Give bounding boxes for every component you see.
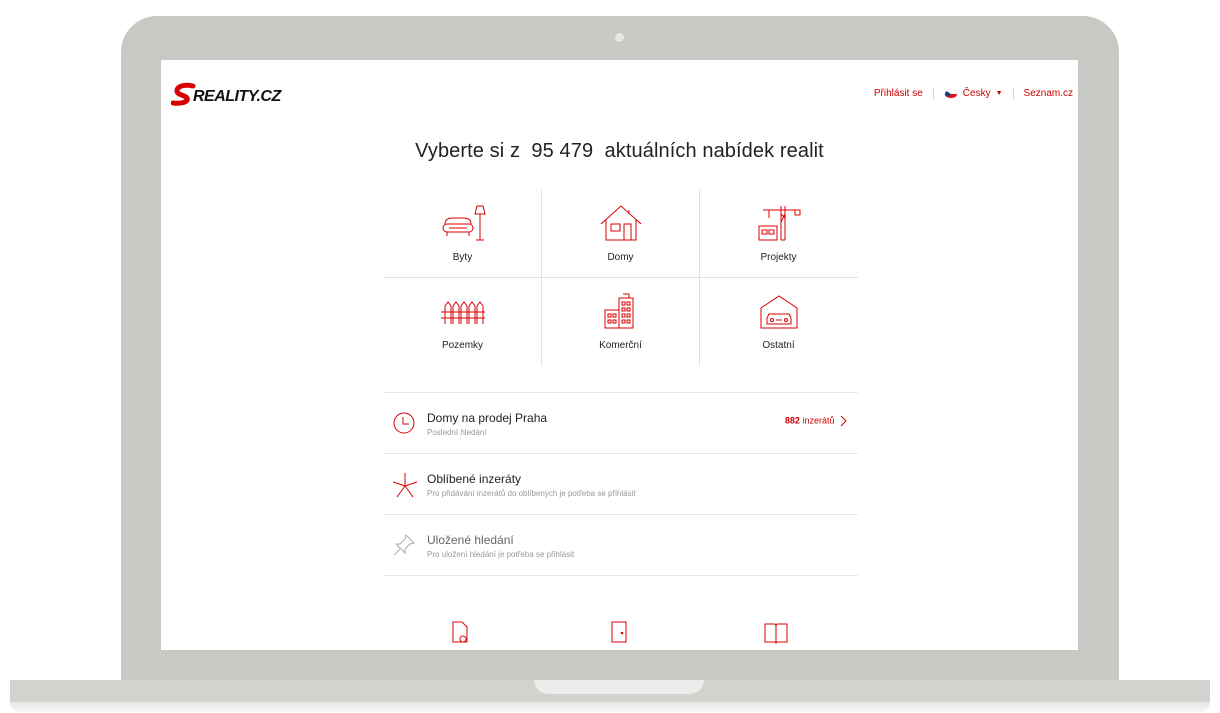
list-item-saved-searches[interactable]: Uložené hledání Pro uložení hledání je p… bbox=[384, 514, 858, 576]
category-label: Ostatní bbox=[762, 340, 795, 351]
book-icon[interactable] bbox=[763, 622, 789, 644]
garage-car-icon bbox=[760, 295, 797, 329]
list-item-subtitle: Pro přidávání inzerátů do oblíbených je … bbox=[427, 489, 636, 498]
list-item-title: Domy na prodej Praha bbox=[427, 411, 548, 425]
sreality-logo-icon: REALITY.CZ bbox=[170, 82, 283, 106]
door-icon[interactable] bbox=[611, 620, 627, 644]
star-icon bbox=[392, 473, 418, 498]
svg-text:REALITY.CZ: REALITY.CZ bbox=[193, 88, 282, 105]
language-label: Česky bbox=[962, 88, 991, 99]
list-item-last-search[interactable]: Domy na prodej Praha Poslední hledání 88… bbox=[384, 392, 858, 453]
crane-icon bbox=[758, 206, 800, 241]
category-ostatni[interactable]: Ostatní bbox=[700, 278, 857, 366]
chevron-right-icon bbox=[840, 415, 847, 427]
user-shortcuts-list: Domy na prodej Praha Poslední hledání 88… bbox=[384, 392, 858, 576]
category-label: Komerční bbox=[599, 340, 642, 351]
list-item-title: Oblíbené inzeráty bbox=[427, 472, 522, 486]
house-icon bbox=[600, 205, 641, 241]
office-building-icon bbox=[604, 293, 633, 329]
category-komercni[interactable]: Komerční bbox=[542, 278, 699, 366]
browser-screen: REALITY.CZ Přihlásit se Česky ▼ Seznam.c… bbox=[161, 60, 1078, 650]
offers-count: 95 479 bbox=[531, 140, 594, 162]
listing-count-suffix: inzerátů bbox=[802, 415, 835, 426]
list-item-title: Uložené hledání bbox=[427, 533, 514, 547]
login-link[interactable]: Přihlásit se bbox=[874, 88, 923, 99]
fence-icon bbox=[440, 301, 485, 324]
laptop-camera bbox=[615, 33, 624, 42]
listing-count[interactable]: 882 inzerátů bbox=[785, 415, 848, 427]
category-label: Pozemky bbox=[441, 340, 484, 351]
category-byty[interactable]: Byty bbox=[384, 190, 541, 278]
headline-prefix: Vyberte si z bbox=[415, 140, 521, 162]
clock-icon bbox=[393, 412, 415, 434]
document-icon[interactable] bbox=[451, 620, 469, 644]
list-item-subtitle: Pro uložení hledání je potřeba se přihlá… bbox=[427, 550, 575, 559]
laptop-notch bbox=[534, 680, 704, 694]
seznam-link[interactable]: Seznam.cz bbox=[1024, 88, 1073, 99]
listing-count-number: 882 bbox=[784, 415, 800, 426]
category-label: Domy bbox=[607, 252, 634, 263]
category-pozemky[interactable]: Pozemky bbox=[384, 278, 541, 366]
czech-flag-icon bbox=[943, 88, 958, 99]
language-selector[interactable]: Česky ▼ bbox=[943, 88, 1003, 99]
list-item-subtitle: Poslední hledání bbox=[427, 428, 487, 437]
category-grid: Byty Domy Projekty Pozemky Komerční Osta… bbox=[384, 190, 858, 366]
caret-down-icon: ▼ bbox=[995, 90, 1003, 97]
category-projekty[interactable]: Projekty bbox=[700, 190, 857, 278]
list-item-favorites[interactable]: Oblíbené inzeráty Pro přidávání inzerátů… bbox=[384, 453, 858, 514]
laptop-base-shadow bbox=[10, 702, 1210, 712]
page-headline: Vyberte si z 95 479 aktuálních nabídek r… bbox=[161, 140, 1078, 163]
category-domy[interactable]: Domy bbox=[542, 190, 699, 278]
nav-divider bbox=[932, 87, 934, 100]
headline-suffix: aktuálních nabídek realit bbox=[604, 140, 824, 162]
sreality-logo[interactable]: REALITY.CZ bbox=[170, 82, 305, 106]
category-label: Byty bbox=[452, 252, 473, 263]
pin-icon bbox=[393, 534, 415, 556]
armchair-lamp-icon bbox=[442, 205, 486, 241]
category-label: Projekty bbox=[760, 252, 797, 263]
nav-divider bbox=[1012, 87, 1014, 100]
top-navigation: Přihlásit se Česky ▼ Seznam.cz bbox=[874, 87, 1073, 100]
